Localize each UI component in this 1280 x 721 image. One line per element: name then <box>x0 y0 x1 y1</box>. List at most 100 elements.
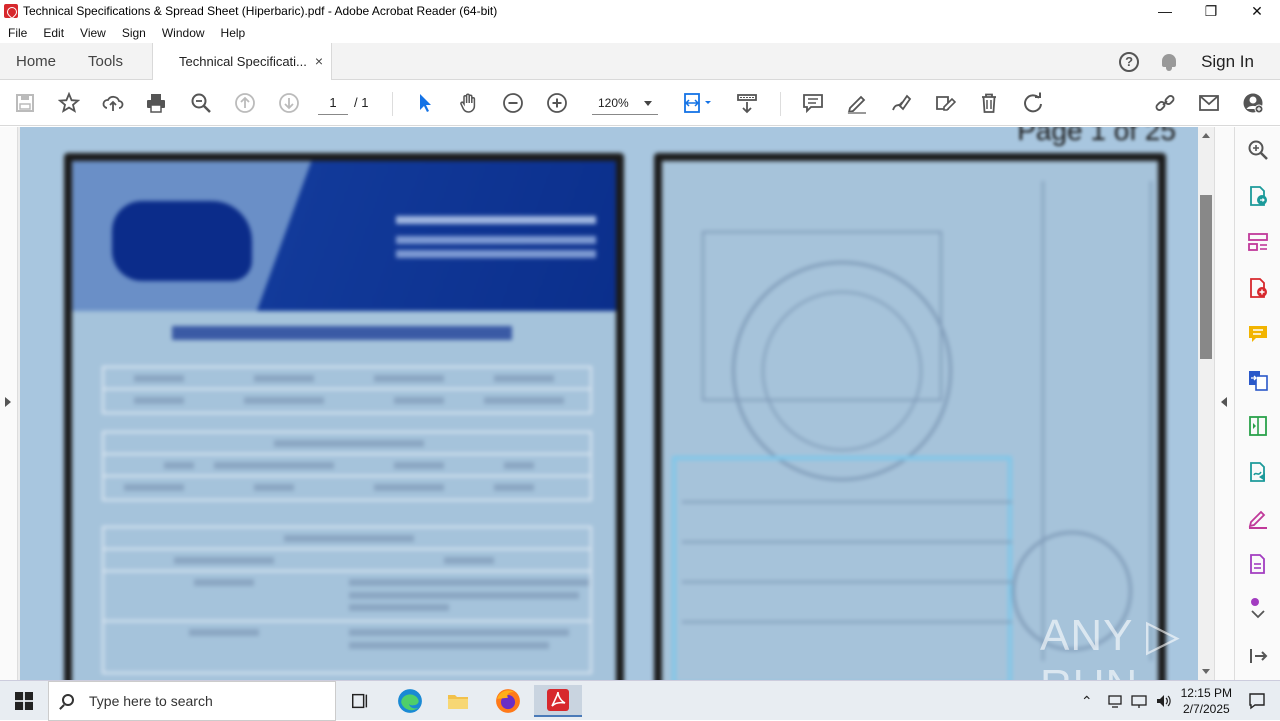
help-icon[interactable]: ? <box>1119 51 1140 72</box>
fill-sign-icon[interactable] <box>1247 507 1269 529</box>
menu-help[interactable]: Help <box>221 26 246 40</box>
spec-table <box>102 366 592 414</box>
expand-left-icon <box>5 397 11 407</box>
firefox-icon[interactable] <box>484 685 532 717</box>
network-icon[interactable] <box>1107 693 1123 709</box>
hand-tool-icon[interactable] <box>456 90 482 116</box>
page-number-input[interactable]: 1 <box>318 91 348 115</box>
description-table <box>102 431 592 501</box>
page-fit-icon[interactable] <box>680 90 716 116</box>
compress-pdf-icon[interactable] <box>1247 415 1269 437</box>
notifications-bell-icon[interactable] <box>1161 53 1177 71</box>
sign-in-link[interactable]: Sign In <box>1201 52 1254 72</box>
print-icon[interactable] <box>143 90 169 116</box>
edit-text-icon[interactable] <box>932 90 958 116</box>
delete-trash-icon[interactable] <box>976 90 1002 116</box>
tab-home[interactable]: Home <box>16 43 56 80</box>
menu-file[interactable]: File <box>8 26 27 40</box>
zoom-level-select[interactable]: 120% <box>592 91 658 115</box>
export-pdf-icon[interactable] <box>1247 185 1269 207</box>
close-tab-icon[interactable]: × <box>315 43 323 80</box>
upload-cloud-icon[interactable] <box>100 90 126 116</box>
collapse-panel-icon[interactable] <box>1247 645 1269 667</box>
hero-text-block <box>396 216 596 224</box>
highlight-pen-icon[interactable] <box>844 90 870 116</box>
zoom-search-icon[interactable] <box>188 90 214 116</box>
bookmark-star-icon[interactable] <box>56 90 82 116</box>
zoom-in-icon[interactable] <box>544 90 570 116</box>
protect-document-icon[interactable] <box>1247 553 1269 575</box>
scroll-mode-icon[interactable] <box>734 90 760 116</box>
tab-bar: Home Tools Technical Specificati... × ? … <box>0 43 1280 81</box>
taskbar-search-placeholder: Type here to search <box>89 693 213 709</box>
task-view-icon[interactable] <box>336 685 384 717</box>
pump-image <box>112 201 252 281</box>
tab-document[interactable]: Technical Specificati... × <box>152 43 332 81</box>
tab-tools[interactable]: Tools <box>88 43 123 80</box>
create-pdf-icon[interactable] <box>1247 277 1269 299</box>
send-for-signature-icon[interactable] <box>1247 461 1269 483</box>
technical-drawing-card <box>654 153 1166 680</box>
toolbar-divider <box>780 92 781 116</box>
share-link-icon[interactable] <box>1152 90 1178 116</box>
menu-sign[interactable]: Sign <box>122 26 146 40</box>
comment-icon[interactable] <box>800 90 826 116</box>
save-icon[interactable] <box>12 90 38 116</box>
system-tray: ⌃ 12:15 PM 2/7/2025 <box>1081 681 1280 721</box>
left-panel-toggle[interactable] <box>0 127 18 680</box>
volume-icon[interactable] <box>1155 693 1171 709</box>
chevron-up-icon[interactable]: ⌃ <box>1081 693 1093 710</box>
menu-edit[interactable]: Edit <box>43 26 64 40</box>
spec-heading <box>172 326 512 340</box>
windows-start-button[interactable] <box>0 681 48 721</box>
email-icon[interactable] <box>1196 90 1222 116</box>
drawing-circle-inner <box>762 291 922 451</box>
edge-browser-icon[interactable] <box>386 685 434 717</box>
organize-pages-icon[interactable] <box>1247 231 1269 253</box>
comment-tool-icon[interactable] <box>1247 323 1269 345</box>
add-user-icon[interactable] <box>1240 90 1266 116</box>
tab-document-label: Technical Specificati... <box>179 54 307 69</box>
windows-taskbar: Type here to search ⌃ 12:15 PM 2/7/2025 <box>0 680 1280 721</box>
main-toolbar: 1 / 1 120% <box>0 80 1280 126</box>
page-label-text: Page 1 of 25 <box>1017 127 1176 146</box>
right-panel-toggle[interactable] <box>1214 127 1234 680</box>
acrobat-taskbar-icon[interactable] <box>534 685 582 717</box>
menu-window[interactable]: Window <box>162 26 205 40</box>
search-icon <box>62 694 74 706</box>
header-actions: ? Sign In <box>1119 43 1280 80</box>
drawing-line <box>682 621 1012 623</box>
clock-time: 12:15 PM <box>1180 686 1232 700</box>
rotate-icon[interactable] <box>1020 90 1046 116</box>
draw-sign-icon[interactable] <box>888 90 914 116</box>
display-icon[interactable] <box>1130 693 1147 709</box>
menu-view[interactable]: View <box>80 26 106 40</box>
file-explorer-icon[interactable] <box>434 685 482 717</box>
minimize-button[interactable]: — <box>1142 0 1188 22</box>
title-bar: Technical Specifications & Spread Sheet … <box>0 0 1280 22</box>
document-viewport[interactable]: Page 1 of 25 <box>0 127 1234 680</box>
clock-date: 2/7/2025 <box>1182 702 1230 716</box>
taskbar-search-box[interactable]: Type here to search <box>48 681 336 721</box>
next-page-icon[interactable] <box>276 90 302 116</box>
page-total-label: / 1 <box>354 95 369 110</box>
select-cursor-icon[interactable] <box>412 90 438 116</box>
scroll-down-icon[interactable] <box>1202 669 1210 674</box>
window-title: Technical Specifications & Spread Sheet … <box>23 4 498 18</box>
toolbar-divider <box>392 92 393 116</box>
drawing-highlight-box <box>672 456 1012 680</box>
more-tools-icon[interactable] <box>1247 597 1269 619</box>
close-window-button[interactable]: ✕ <box>1234 0 1280 22</box>
search-zoom-icon[interactable] <box>1247 139 1269 161</box>
vertical-scrollbar[interactable] <box>1198 127 1214 680</box>
scroll-thumb[interactable] <box>1200 195 1212 359</box>
previous-page-icon[interactable] <box>232 90 258 116</box>
chevron-down-icon <box>644 101 652 106</box>
system-clock[interactable]: 12:15 PM 2/7/2025 <box>1181 685 1232 717</box>
zoom-level-value: 120% <box>598 96 629 110</box>
scroll-up-icon[interactable] <box>1202 133 1210 138</box>
notification-center-icon[interactable] <box>1248 692 1266 710</box>
combine-files-icon[interactable] <box>1247 369 1269 391</box>
maximize-button[interactable]: ❐ <box>1188 0 1234 22</box>
zoom-out-icon[interactable] <box>500 90 526 116</box>
